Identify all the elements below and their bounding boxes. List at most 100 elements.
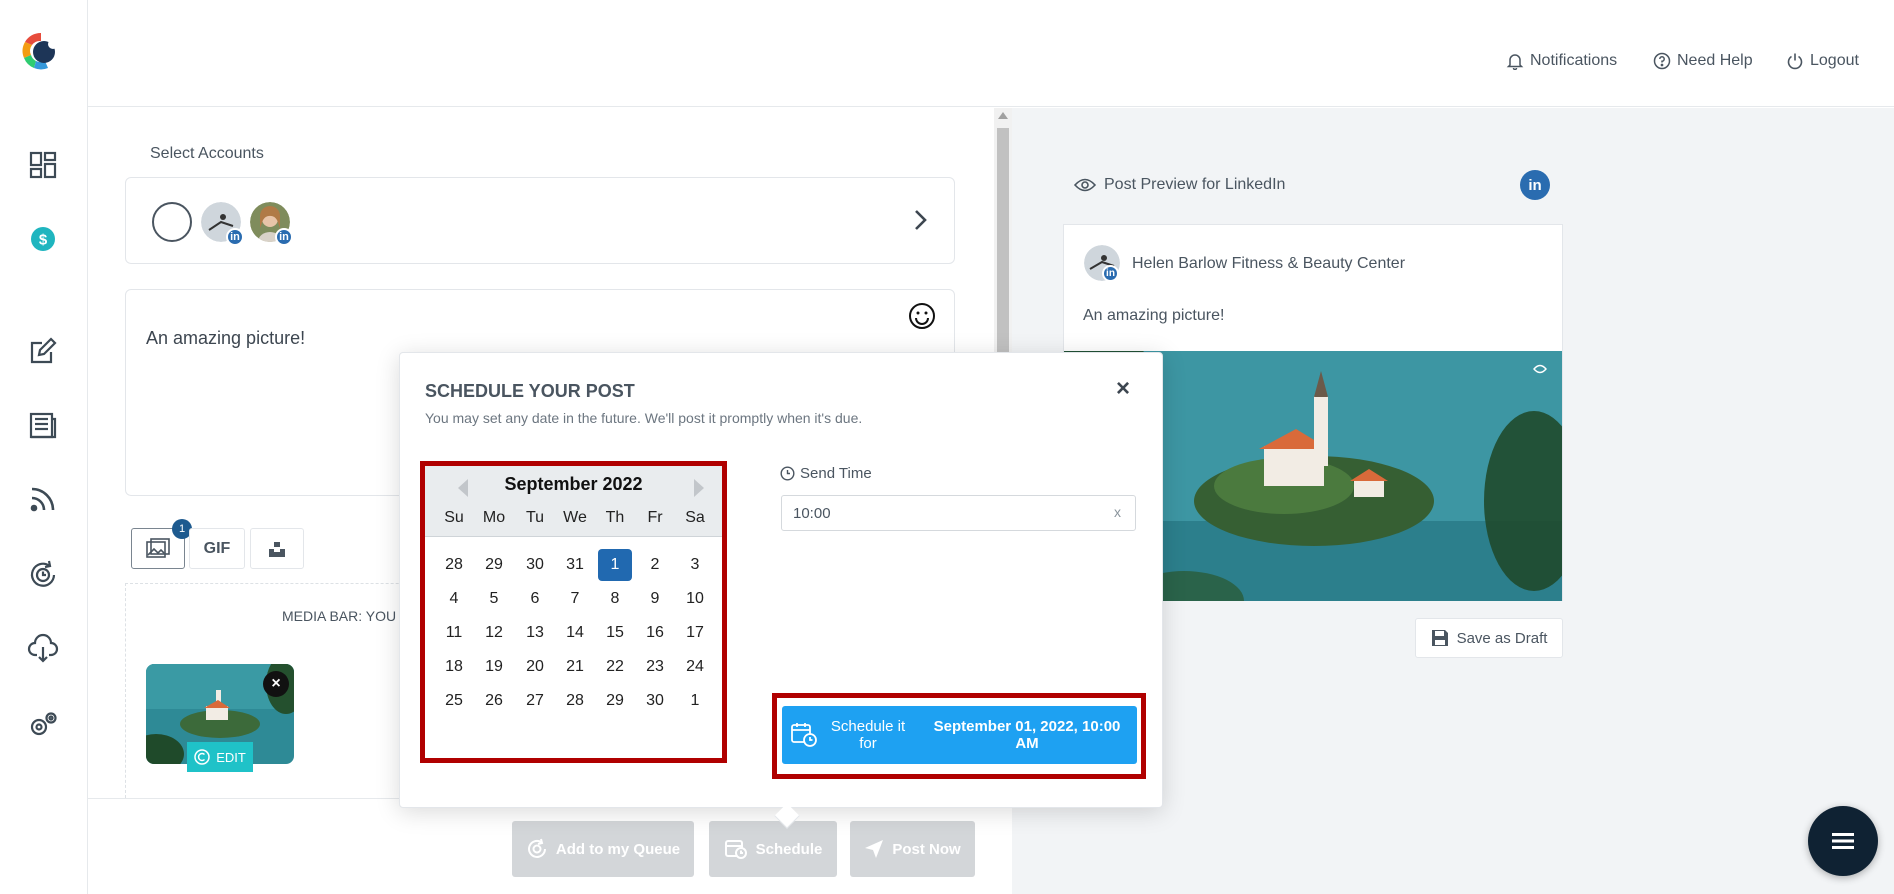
dashboard-icon[interactable] — [24, 146, 62, 184]
day-of-week-label: Su — [444, 509, 464, 526]
calendar-day[interactable]: 30 — [518, 549, 552, 581]
scroll-up-icon[interactable] — [998, 112, 1008, 119]
calendar-day[interactable]: 18 — [437, 651, 471, 683]
calendar-day[interactable]: 29 — [477, 549, 511, 581]
schedule-label: Schedule — [755, 840, 823, 858]
post-now-label: Post Now — [892, 840, 961, 858]
rss-icon[interactable] — [24, 480, 62, 518]
day-of-week-label: Mo — [482, 509, 506, 526]
send-icon — [865, 840, 884, 858]
calendar-day[interactable]: 31 — [558, 549, 592, 581]
svg-text:$: $ — [39, 232, 48, 249]
media-bar-label: MEDIA BAR: YOU — [282, 608, 397, 624]
settings-icon[interactable] — [24, 706, 62, 744]
schedule-it-button[interactable]: Schedule it for September 01, 2022, 10:0… — [782, 706, 1137, 764]
help-icon — [1653, 52, 1671, 70]
accounts-selector[interactable]: in in — [125, 177, 955, 264]
calendar-day[interactable]: 30 — [638, 685, 672, 717]
calendar-day[interactable]: 14 — [558, 617, 592, 649]
day-of-week-label: We — [563, 509, 587, 526]
calendar-day[interactable]: 1 — [598, 549, 632, 581]
calendar-day[interactable]: 20 — [518, 651, 552, 683]
calendar-day[interactable]: 25 — [437, 685, 471, 717]
remove-media-button[interactable]: × — [263, 671, 289, 697]
select-accounts-label: Select Accounts — [150, 145, 264, 162]
edit-media-button[interactable]: EDIT — [187, 742, 253, 772]
top-header: Notifications Need Help Logout — [88, 0, 1894, 107]
add-to-queue-label: Add to my Queue — [555, 840, 681, 858]
news-icon[interactable] — [24, 406, 62, 444]
post-now-button[interactable]: Post Now — [850, 821, 975, 877]
send-time-input[interactable]: 10:00 x — [781, 495, 1136, 531]
calendar-day[interactable]: 28 — [558, 685, 592, 717]
logout-link[interactable]: Logout — [1786, 52, 1859, 70]
calendar-day[interactable]: 13 — [518, 617, 552, 649]
queue-icon — [527, 838, 546, 858]
calendar-day[interactable]: 8 — [598, 583, 632, 615]
linkedin-badge-icon: in — [1102, 265, 1119, 282]
calendar-day[interactable]: 10 — [678, 583, 712, 615]
gif-label: GIF — [203, 539, 231, 557]
clear-time-button[interactable]: x — [1114, 504, 1121, 520]
calendar-day[interactable]: 19 — [477, 651, 511, 683]
calendar-day[interactable]: 6 — [518, 583, 552, 615]
calendar-day[interactable]: 21 — [558, 651, 592, 683]
calendar-day[interactable]: 27 — [518, 685, 552, 717]
close-icon[interactable]: × — [1113, 375, 1133, 402]
calendar-day[interactable]: 9 — [638, 583, 672, 615]
calendar-day[interactable]: 1 — [678, 685, 712, 717]
calendar-day[interactable]: 5 — [477, 583, 511, 615]
calendar-month: September 2022 — [504, 474, 643, 494]
eye-icon — [1074, 178, 1096, 192]
schedule-modal: SCHEDULE YOUR POST You may set any date … — [399, 352, 1163, 829]
edit-icon[interactable] — [24, 332, 62, 370]
add-to-queue-button[interactable]: Add to my Queue — [512, 821, 694, 877]
hamburger-icon — [1832, 833, 1854, 849]
calendar-day[interactable]: 22 — [598, 651, 632, 683]
cloud-download-icon[interactable] — [24, 630, 62, 668]
calendar-day[interactable]: 28 — [437, 549, 471, 581]
next-month-icon[interactable] — [694, 479, 704, 497]
modal-title: SCHEDULE YOUR POST — [425, 381, 635, 401]
schedule-button[interactable]: Schedule — [709, 821, 837, 877]
calendar-day[interactable]: 29 — [598, 685, 632, 717]
notifications-label: Notifications — [1530, 52, 1618, 69]
day-of-week-label: Tu — [525, 509, 545, 526]
calendar-day[interactable]: 15 — [598, 617, 632, 649]
menu-fab-button[interactable] — [1808, 806, 1878, 876]
clock-icon — [780, 466, 795, 481]
save-icon — [1431, 630, 1448, 646]
refresh-clock-icon[interactable] — [24, 556, 62, 594]
notifications-link[interactable]: Notifications — [1506, 52, 1617, 70]
chevron-right-icon[interactable] — [910, 206, 932, 234]
need-help-link[interactable]: Need Help — [1653, 52, 1753, 70]
unsplash-tab[interactable] — [250, 528, 304, 569]
schedule-button-highlight: Schedule it for September 01, 2022, 10:0… — [772, 693, 1146, 779]
calendar-day[interactable]: 12 — [477, 617, 511, 649]
calendar-day[interactable]: 7 — [558, 583, 592, 615]
calendar-day[interactable]: 16 — [638, 617, 672, 649]
select-all-toggle[interactable] — [152, 202, 192, 242]
dollar-icon[interactable]: $ — [24, 220, 62, 258]
calendar-day[interactable]: 2 — [638, 549, 672, 581]
save-as-draft-button[interactable]: Save as Draft — [1415, 618, 1563, 658]
calendar-clock-icon — [791, 723, 817, 747]
app-logo[interactable] — [20, 30, 62, 72]
post-text: An amazing picture! — [146, 328, 306, 348]
calendar-day[interactable]: 23 — [638, 651, 672, 683]
unsplash-icon — [269, 541, 285, 557]
calendar-day[interactable]: 3 — [678, 549, 712, 581]
gif-tab[interactable]: GIF — [189, 528, 245, 569]
linkedin-icon[interactable]: in — [1520, 170, 1550, 200]
emoji-icon[interactable] — [908, 302, 936, 330]
sidebar: $ — [0, 0, 88, 894]
calendar-day[interactable]: 26 — [477, 685, 511, 717]
calendar-day[interactable]: 4 — [437, 583, 471, 615]
calendar-header: September 2022 Su Mo Tu We Th Fr Sa — [425, 466, 722, 536]
calendar-day[interactable]: 24 — [678, 651, 712, 683]
calendar-day[interactable]: 17 — [678, 617, 712, 649]
send-time-text: Send Time — [800, 465, 872, 482]
preview-account-name: Helen Barlow Fitness & Beauty Center — [1132, 255, 1406, 272]
schedule-it-label: Schedule it for — [830, 718, 906, 752]
calendar-day[interactable]: 11 — [437, 617, 471, 649]
